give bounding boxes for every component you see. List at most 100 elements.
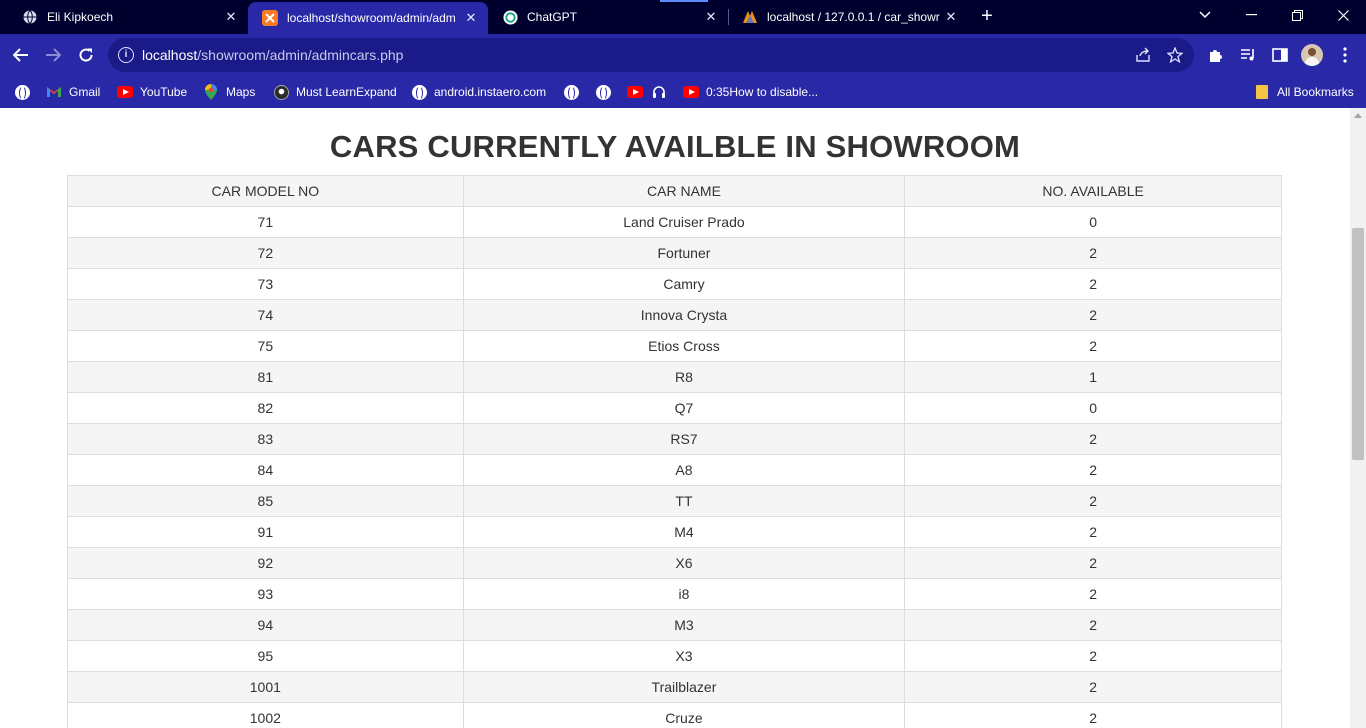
- cell-car-model-no: 84: [67, 454, 464, 486]
- globe-icon: [563, 84, 579, 100]
- cell-car-name: M3: [462, 609, 906, 641]
- reload-button[interactable]: [73, 42, 99, 68]
- close-icon[interactable]: ✕: [942, 8, 960, 26]
- all-bookmarks-button[interactable]: All Bookmarks: [1254, 83, 1354, 101]
- cell-no-available: 2: [904, 609, 1282, 641]
- cell-car-name: Innova Crysta: [462, 299, 906, 331]
- table-row: 85 TT 2: [67, 485, 1282, 517]
- tab-chatgpt[interactable]: ChatGPT ✕: [488, 0, 728, 34]
- cell-car-name: Etios Cross: [462, 330, 906, 362]
- minimize-button[interactable]: [1228, 0, 1274, 30]
- header-car-model-no: CAR MODEL NO: [67, 175, 464, 207]
- address-bar[interactable]: i localhost/showroom/admin/admincars.php: [108, 38, 1194, 72]
- close-icon[interactable]: ✕: [702, 8, 720, 26]
- bookmark-globe-3[interactable]: [595, 83, 611, 101]
- cell-car-model-no: 95: [67, 640, 464, 672]
- bookmark-gmail[interactable]: Gmail: [46, 83, 100, 101]
- bookmark-star-icon[interactable]: [1166, 46, 1184, 64]
- tab-title: ChatGPT: [527, 10, 578, 24]
- globe-icon: [411, 84, 427, 100]
- bookmark-label: Gmail: [69, 85, 101, 99]
- tab-search-chevron-icon[interactable]: [1182, 0, 1228, 30]
- header-no-available: NO. AVAILABLE: [904, 175, 1282, 207]
- cell-no-available: 2: [904, 578, 1282, 610]
- table-header-row: CAR MODEL NO CAR NAME NO. AVAILABLE: [67, 175, 1282, 207]
- table-row: 91 M4 2: [67, 516, 1282, 548]
- tab-phpmyadmin[interactable]: localhost / 127.0.0.1 / car_showr ✕: [728, 0, 968, 34]
- cell-car-model-no: 1002: [67, 702, 464, 728]
- bookmark-label: Must LearnExpand: [296, 85, 397, 99]
- bookmark-youtube-2[interactable]: [627, 83, 643, 101]
- header-car-name: CAR NAME: [462, 175, 906, 207]
- reload-icon: [79, 48, 93, 62]
- phpmyadmin-icon: [742, 9, 758, 25]
- table-body: 71 Land Cruiser Prado 0 72 Fortuner 2 73 Camry 2…: [67, 206, 1282, 728]
- cell-no-available: 0: [904, 206, 1282, 238]
- cell-car-model-no: 73: [67, 268, 464, 300]
- bookmark-label: YouTube: [140, 85, 188, 99]
- bookmark-headphones[interactable]: [651, 83, 667, 101]
- close-icon[interactable]: ✕: [222, 8, 240, 26]
- table-row: 1001 Trailblazer 2: [67, 671, 1282, 703]
- cell-no-available: 2: [904, 640, 1282, 672]
- tab-strip: Eli Kipkoech ✕ localhost/showroom/admin/…: [0, 0, 1366, 34]
- table-row: 73 Camry 2: [67, 268, 1282, 300]
- back-arrow-icon: [13, 48, 28, 62]
- cell-no-available: 2: [904, 516, 1282, 548]
- globe-icon: [22, 9, 38, 25]
- cell-car-name: TT: [462, 485, 906, 517]
- close-icon[interactable]: ✕: [462, 9, 480, 27]
- restore-button[interactable]: [1274, 0, 1320, 30]
- cell-no-available: 2: [904, 330, 1282, 362]
- side-panel-icon[interactable]: [1269, 44, 1291, 66]
- share-icon[interactable]: [1134, 46, 1152, 64]
- tab-admincars[interactable]: localhost/showroom/admin/adm ✕: [248, 2, 488, 34]
- cell-car-model-no: 81: [67, 361, 464, 393]
- page-title: CARS CURRENTLY AVAILBLE IN SHOWROOM: [329, 129, 1021, 164]
- extensions-icon[interactable]: [1205, 44, 1227, 66]
- bookmark-android-instaero[interactable]: android.instaero.com: [411, 83, 546, 101]
- tab-eli-kipkoech[interactable]: Eli Kipkoech ✕: [8, 0, 248, 34]
- all-bookmarks-label: All Bookmarks: [1277, 85, 1354, 99]
- bookmark-globe-1[interactable]: [14, 83, 30, 101]
- bookmark-label: 0:35How to disable...: [706, 85, 819, 99]
- cell-car-name: Land Cruiser Prado: [462, 206, 906, 238]
- cell-no-available: 0: [904, 392, 1282, 424]
- cell-car-model-no: 82: [67, 392, 464, 424]
- new-tab-button[interactable]: +: [976, 5, 998, 27]
- cell-car-name: X3: [462, 640, 906, 672]
- site-info-icon[interactable]: i: [118, 47, 134, 63]
- cell-car-name: Fortuner: [462, 237, 906, 269]
- cell-no-available: 2: [904, 237, 1282, 269]
- back-button[interactable]: [8, 42, 34, 68]
- cell-car-model-no: 75: [67, 330, 464, 362]
- profile-avatar[interactable]: [1301, 44, 1323, 66]
- cell-car-model-no: 91: [67, 516, 464, 548]
- window-close-button[interactable]: [1320, 0, 1366, 30]
- bookmark-maps[interactable]: Maps: [203, 83, 255, 101]
- bookmark-youtube[interactable]: YouTube: [117, 83, 187, 101]
- url-text[interactable]: localhost/showroom/admin/admincars.php: [142, 47, 403, 63]
- cell-car-name: Trailblazer: [462, 671, 906, 703]
- xampp-icon: [262, 10, 278, 26]
- bookmark-how-to-disable[interactable]: 0:35How to disable...: [683, 83, 818, 101]
- scroll-up-arrow-icon[interactable]: [1354, 113, 1362, 118]
- cell-car-name: RS7: [462, 423, 906, 455]
- forward-button[interactable]: [40, 42, 66, 68]
- scrollbar-thumb[interactable]: [1352, 228, 1364, 460]
- cell-car-name: Camry: [462, 268, 906, 300]
- bookmark-must-learn[interactable]: Must LearnExpand: [273, 83, 397, 101]
- table-row: 72 Fortuner 2: [67, 237, 1282, 269]
- cell-no-available: 2: [904, 702, 1282, 728]
- page-viewport: CARS CURRENTLY AVAILBLE IN SHOWROOM CAR …: [0, 108, 1350, 728]
- tab-title: localhost/showroom/admin/adm: [287, 11, 456, 25]
- table-row: 94 M3 2: [67, 609, 1282, 641]
- cell-car-model-no: 93: [67, 578, 464, 610]
- more-menu-icon[interactable]: [1334, 44, 1356, 66]
- bookmark-globe-2[interactable]: [563, 83, 579, 101]
- cell-no-available: 1: [904, 361, 1282, 393]
- media-controls-icon[interactable]: [1237, 44, 1259, 66]
- table-row: 82 Q7 0: [67, 392, 1282, 424]
- globe-icon: [14, 84, 30, 100]
- page-scrollbar[interactable]: [1350, 108, 1366, 728]
